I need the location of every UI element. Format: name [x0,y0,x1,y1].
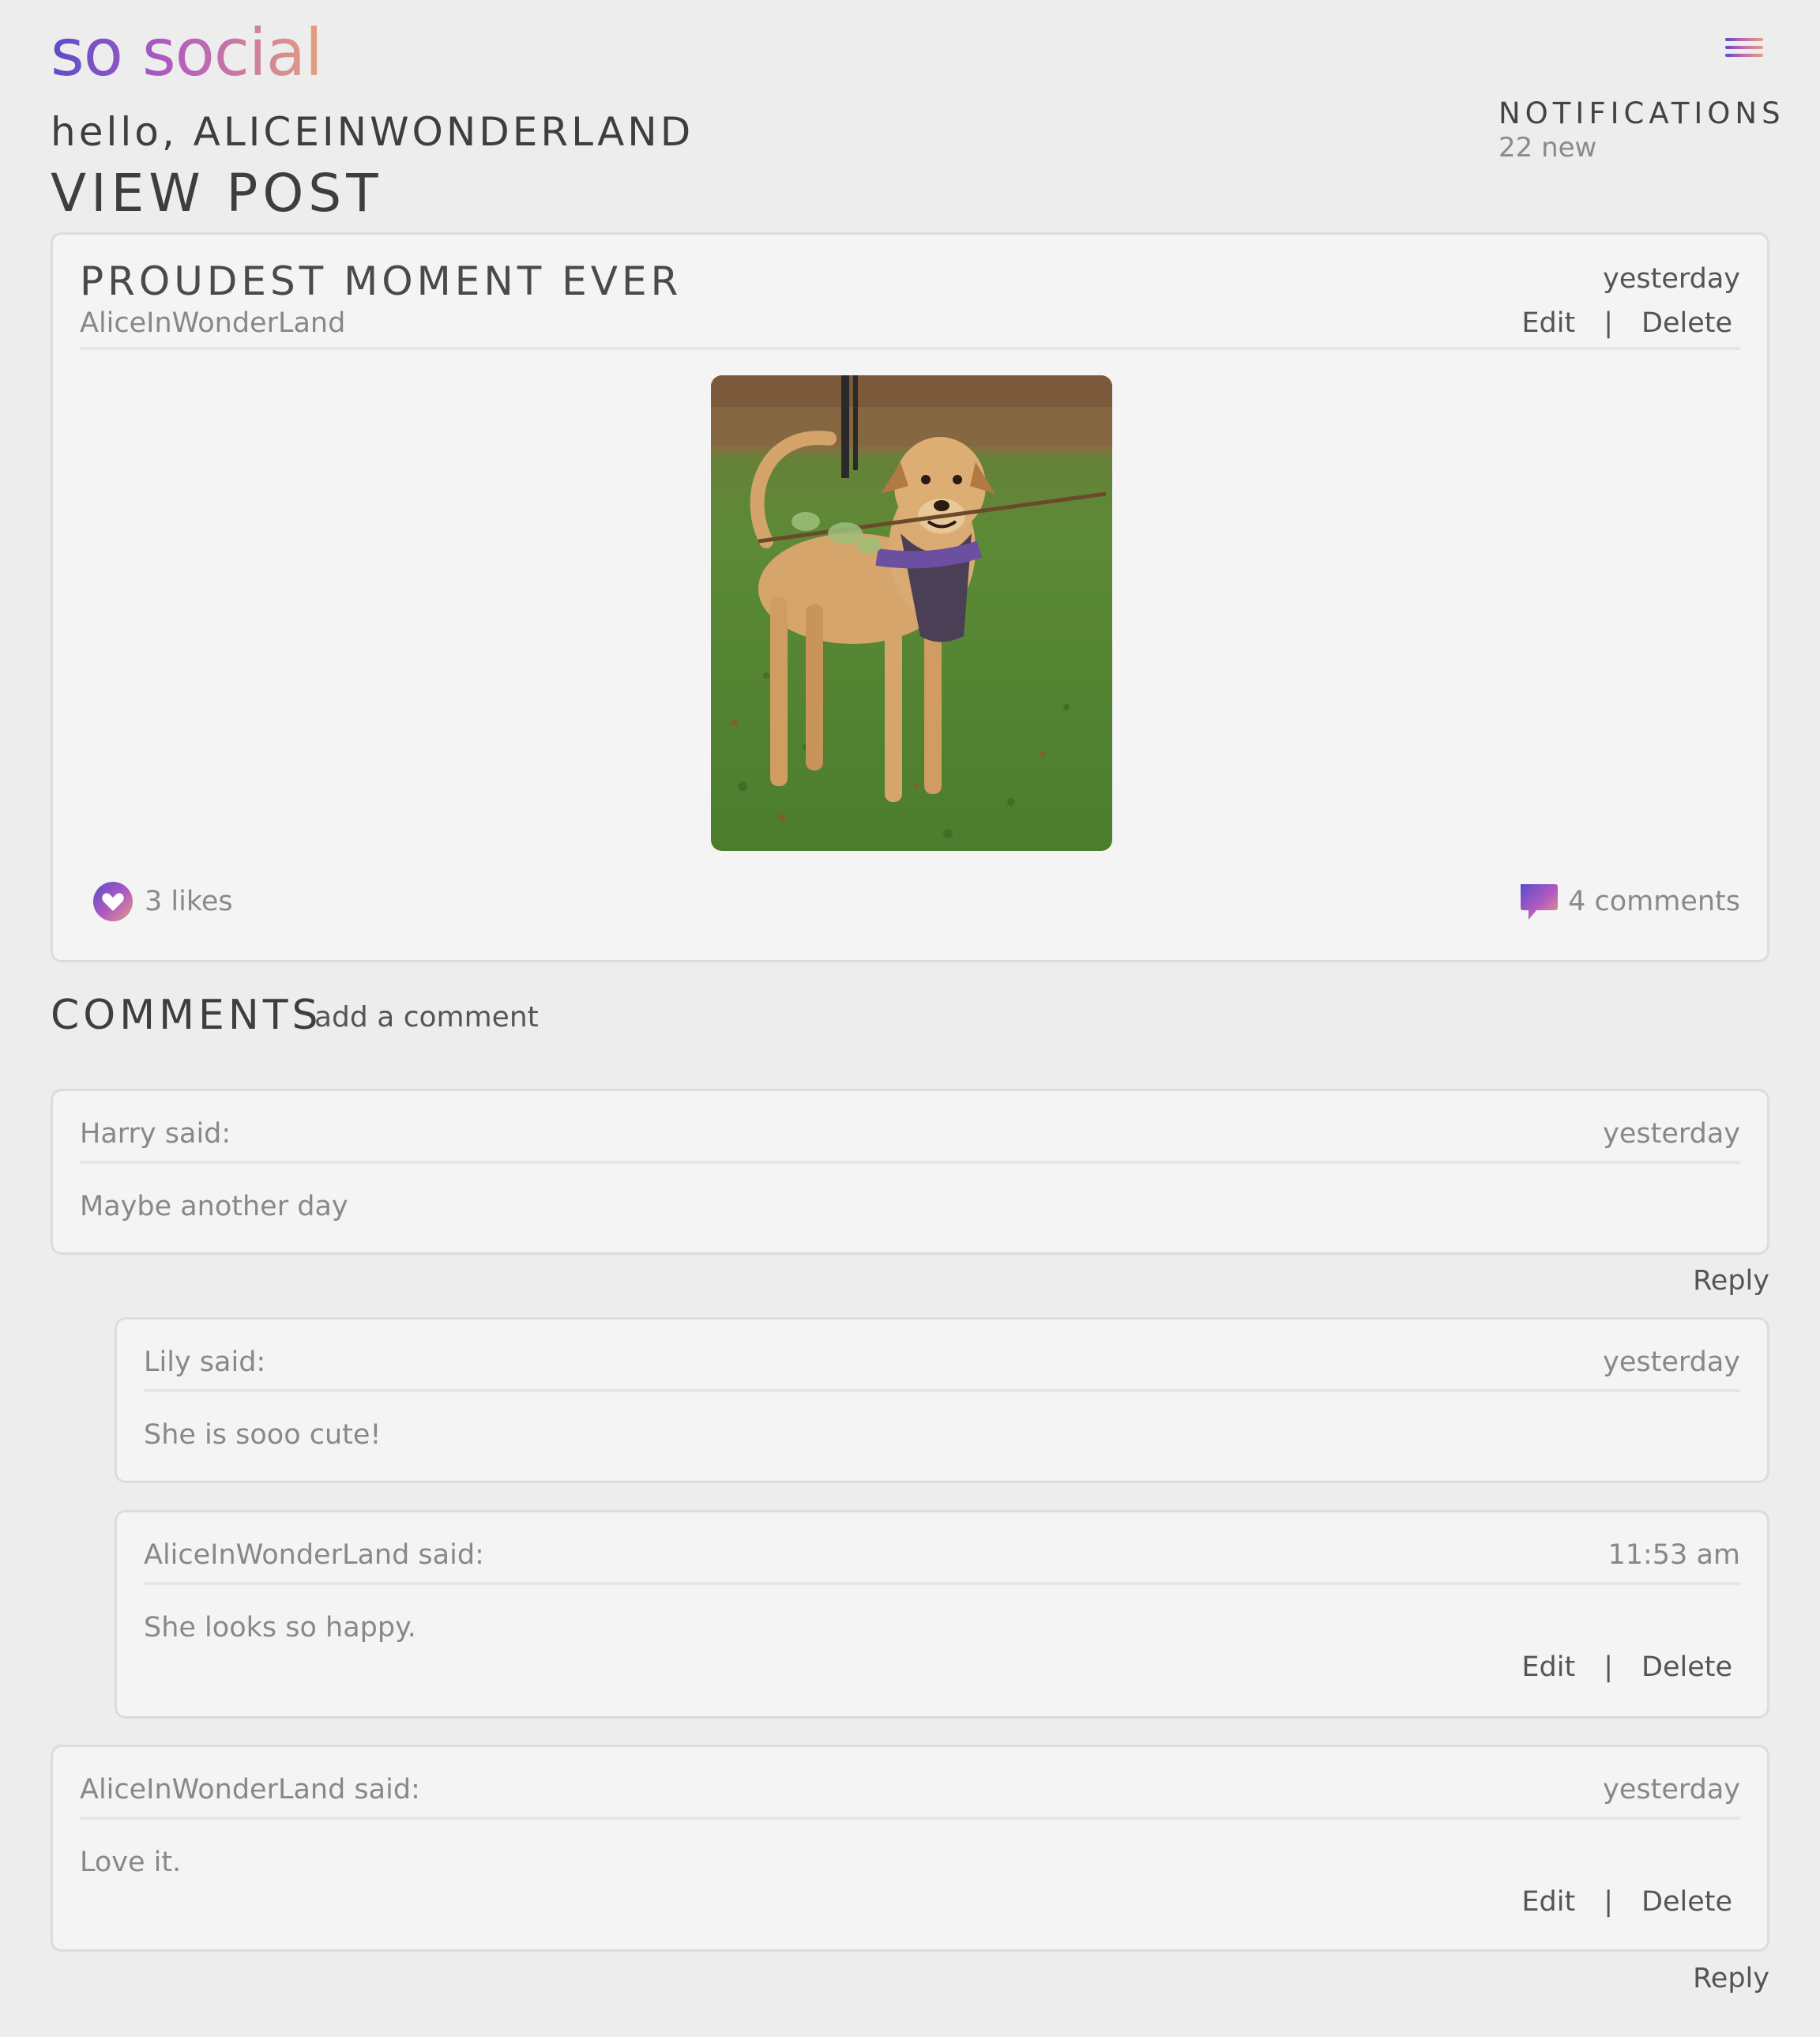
comment-card: AliceInWonderLand said: yesterday Love i… [51,1745,1769,1952]
post-divider [80,347,1740,350]
delete-comment-button[interactable]: Delete [1641,1651,1732,1683]
comment-author: AliceInWonderLand said: [80,1774,420,1805]
reply-button[interactable]: Reply [1693,1265,1769,1297]
comment-date: yesterday [1603,1774,1740,1805]
heart-icon[interactable] [92,881,133,922]
comment-date: 11:53 am [1608,1539,1740,1571]
action-separator: | [1604,307,1613,339]
page-title: VIEW POST [51,163,383,224]
comment-text: Love it. [80,1847,182,1878]
comment-actions: Edit | Delete [1521,1651,1732,1683]
comment-actions: Edit | Delete [1521,1886,1732,1918]
comments-count-link[interactable]: 4 comments [1517,881,1740,922]
comment-text: She is sooo cute! [144,1419,382,1451]
add-comment-link[interactable]: add a comment [314,1001,539,1034]
post-date: yesterday [1603,263,1740,295]
delete-comment-button[interactable]: Delete [1641,1886,1732,1918]
notifications-title[interactable]: NOTIFICATIONS [1498,96,1785,130]
post-image [711,375,1112,851]
comments-heading: COMMENTS [51,992,322,1039]
action-separator: | [1604,1651,1613,1683]
notifications-count: 22 new [1498,132,1597,164]
edit-post-button[interactable]: Edit [1521,307,1575,339]
comment-card: Harry said: yesterday Maybe another day [51,1089,1769,1255]
reply-button[interactable]: Reply [1693,1963,1769,1994]
edit-comment-button[interactable]: Edit [1521,1651,1575,1683]
comment-author: Lily said: [144,1346,266,1378]
comment-text: She looks so happy. [144,1612,416,1644]
app-logo[interactable]: so social [51,14,323,93]
comment-date: yesterday [1603,1346,1740,1378]
edit-comment-button[interactable]: Edit [1521,1886,1575,1918]
comments-count: 4 comments [1568,886,1740,917]
delete-post-button[interactable]: Delete [1641,307,1732,339]
comment-divider [80,1817,1740,1820]
post-title: PROUDEST MOMENT EVER [80,258,682,304]
comment-date: yesterday [1603,1118,1740,1150]
comment-divider [144,1389,1740,1392]
likes-count: 3 likes [145,886,233,917]
comment-icon [1521,884,1559,920]
comment-divider [144,1582,1740,1585]
greeting: hello, ALICEINWONDERLAND [51,109,694,155]
action-separator: | [1604,1886,1613,1918]
reply-card: Lily said: yesterday She is sooo cute! [115,1317,1769,1483]
comment-author: Harry said: [80,1118,231,1150]
reply-card: AliceInWonderLand said: 11:53 am She loo… [115,1510,1769,1719]
likes[interactable]: 3 likes [92,881,233,922]
notifications-panel[interactable]: NOTIFICATIONS 22 new [1498,96,1785,164]
post-author[interactable]: AliceInWonderLand [80,307,345,339]
comment-author: AliceInWonderLand said: [144,1539,484,1571]
comment-text: Maybe another day [80,1191,348,1222]
menu-icon[interactable] [1725,38,1763,63]
post-actions: Edit | Delete [1521,307,1732,339]
post-card: PROUDEST MOMENT EVER yesterday AliceInWo… [51,232,1769,962]
comment-divider [80,1161,1740,1164]
